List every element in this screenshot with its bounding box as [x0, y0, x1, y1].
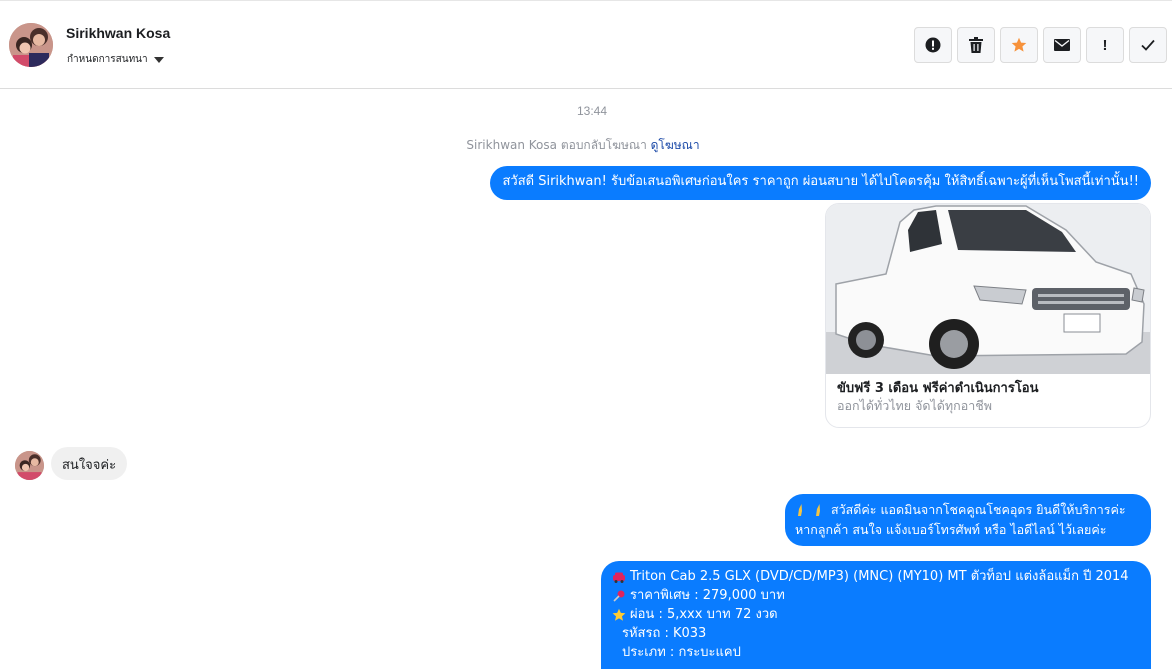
car-icon: [613, 572, 625, 583]
outgoing-message[interactable]: สวัสดี Sirikhwan! รับข้อเสนอพิเศษก่อนใคร…: [490, 166, 1151, 200]
star-emoji-icon: [612, 608, 626, 621]
ad-car-image: [826, 204, 1150, 374]
check-icon: [1141, 39, 1155, 51]
exclamation-icon: !: [1102, 36, 1108, 54]
message-line: รหัสรถ : K033: [612, 624, 1141, 643]
star-button[interactable]: [1000, 27, 1038, 63]
conversation-toolbar: !: [914, 27, 1167, 63]
report-button[interactable]: [914, 27, 952, 63]
view-ad-link[interactable]: ดูโฆษณา: [651, 138, 700, 152]
greeting-line-2: หากลูกค้า สนใจ แจ้งเบอร์โทรศัพท์ หรือ ไอ…: [795, 522, 1107, 537]
ad-reply-note: Sirikhwan Kosa ตอบกลับโฆษณา ดูโฆษณา: [0, 136, 1166, 155]
ad-card-title: ขับฟรี 3 เดือน ฟรีค่าดำเนินการโอน: [837, 381, 1039, 396]
car-price: ราคาพิเศษ : 279,000 บาท: [630, 588, 785, 603]
conversation-header: Sirikhwan Kosa กำหนดการสนทนา !: [0, 0, 1172, 89]
message-line: ประเภท : กระบะแคป: [612, 643, 1141, 662]
praying-hands-icon: [816, 504, 820, 516]
message-line: Triton Cab 2.5 GLX (DVD/CD/MP3) (MNC) (M…: [612, 567, 1141, 586]
message-line: หากลูกค้า สนใจ แจ้งเบอร์โทรศัพท์ หรือ ไอ…: [795, 520, 1141, 540]
pushpin-icon: [613, 590, 625, 602]
message-timestamp: 13:44: [576, 104, 608, 118]
ad-reply-note-text: Sirikhwan Kosa ตอบกลับโฆษณา: [466, 138, 651, 152]
incoming-message[interactable]: สนใจจค่ะ: [51, 447, 128, 480]
outgoing-message-car-details[interactable]: Triton Cab 2.5 GLX (DVD/CD/MP3) (MNC) (M…: [601, 561, 1151, 669]
ad-card[interactable]: ขับฟรี 3 เดือน ฟรีค่าดำเนินการโอน ออกได้…: [825, 203, 1151, 428]
car-installment: ผ่อน : 5,xxx บาท 72 งวด: [630, 607, 778, 622]
message-line: สวัสดีค่ะ แอดมินจากโชคคูณโชคอุดร ยินดีให…: [795, 500, 1141, 520]
contact-avatar-small: [15, 451, 44, 480]
star-icon: [1011, 37, 1027, 52]
mark-done-button[interactable]: [1129, 27, 1167, 63]
contact-avatar[interactable]: [9, 23, 53, 67]
messenger-app: Sirikhwan Kosa กำหนดการสนทนา ! 13:44 Sir…: [0, 0, 1172, 669]
delete-button[interactable]: [957, 27, 995, 63]
message-line: ผ่อน : 5,xxx บาท 72 งวด: [612, 605, 1141, 624]
trash-icon: [969, 37, 983, 53]
car-model: Triton Cab 2.5 GLX (DVD/CD/MP3) (MNC) (M…: [630, 569, 1129, 584]
message-line: ราคาพิเศษ : 279,000 บาท: [612, 586, 1141, 605]
car-type: ประเภท : กระบะแคป: [622, 645, 741, 660]
contact-name[interactable]: Sirikhwan Kosa: [66, 25, 170, 41]
important-button[interactable]: !: [1086, 27, 1124, 63]
ad-card-description: ออกได้ทั่วไทย จัดได้ทุกอาชีพ: [837, 398, 992, 413]
praying-hands-icon: [798, 504, 802, 516]
alert-circle-icon: [925, 37, 941, 53]
caret-down-icon: [153, 56, 164, 63]
conversation-menu[interactable]: กำหนดการสนทนา: [67, 52, 164, 67]
car-code: รหัสรถ : K033: [622, 626, 707, 641]
outgoing-message-greeting[interactable]: สวัสดีค่ะ แอดมินจากโชคคูณโชคอุดร ยินดีให…: [785, 494, 1151, 546]
conversation-menu-label: กำหนดการสนทนา: [67, 54, 148, 65]
envelope-icon: [1054, 39, 1070, 51]
mark-unread-button[interactable]: [1043, 27, 1081, 63]
greeting-line-1: สวัสดีค่ะ แอดมินจากโชคคูณโชคอุดร ยินดีให…: [831, 502, 1126, 517]
